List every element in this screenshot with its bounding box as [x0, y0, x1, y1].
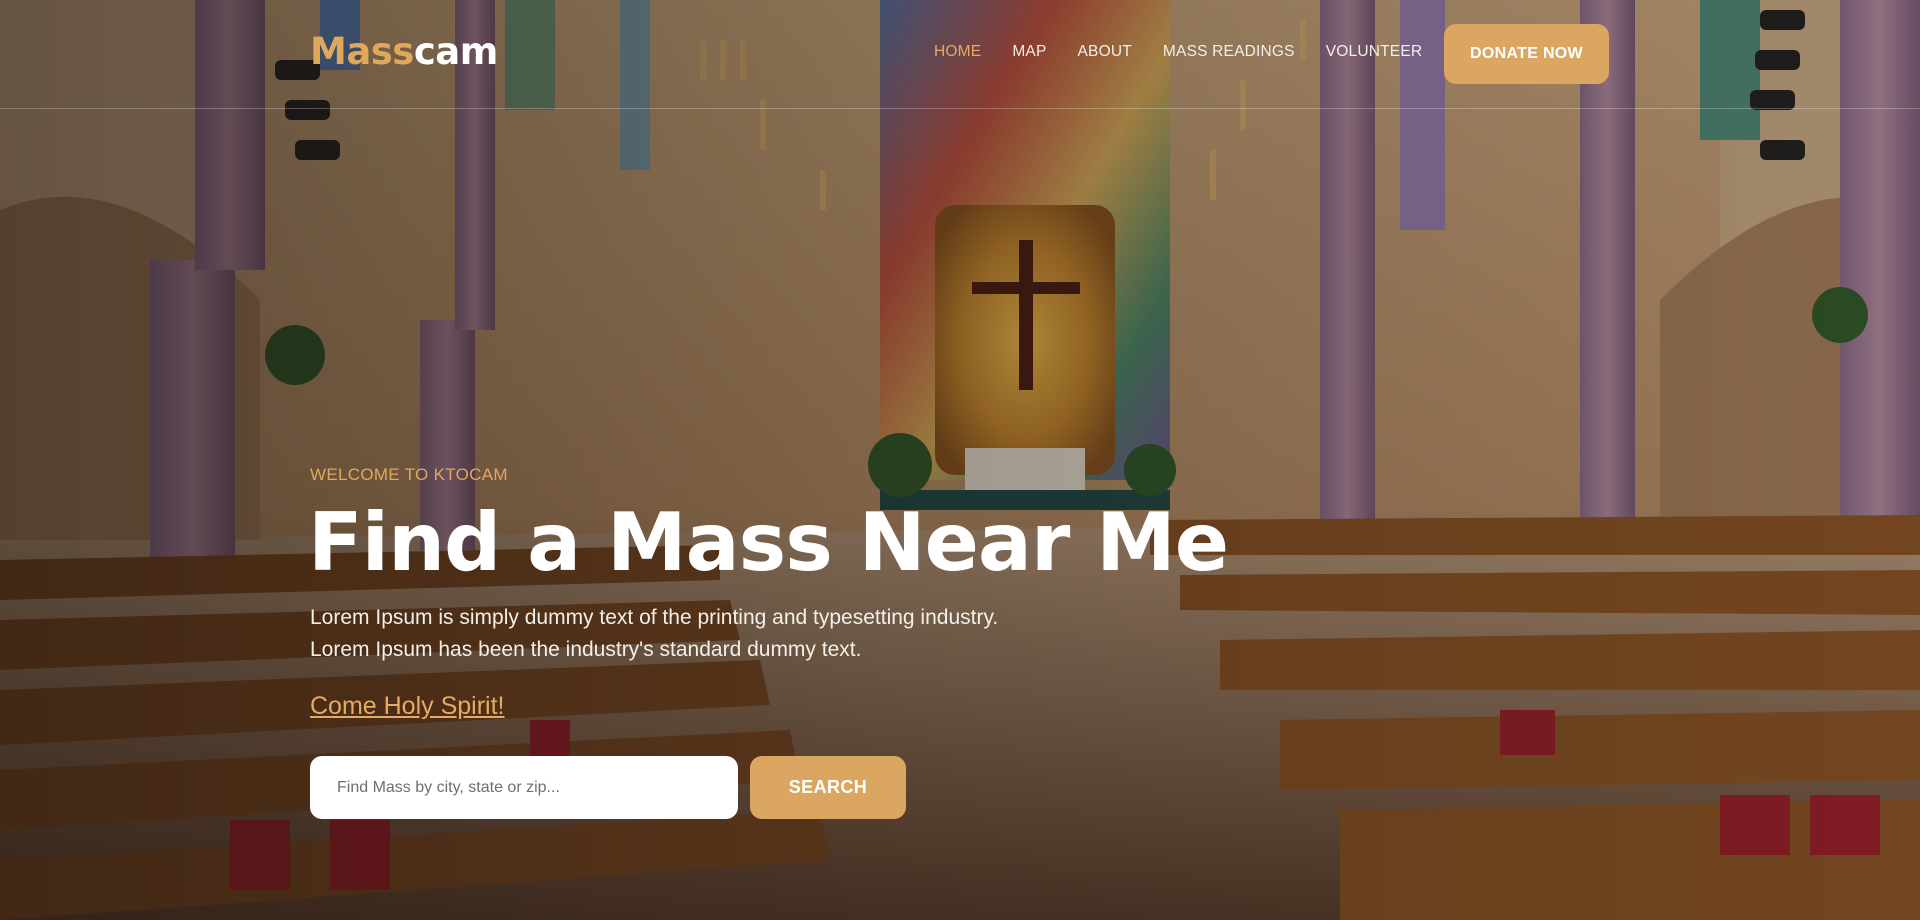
search-button[interactable]: SEARCH	[750, 756, 906, 819]
hero-section: Masscam HOME MAP ABOUT MASS READINGS VOL…	[0, 0, 1920, 920]
hero-title: Find a Mass Near Me	[308, 496, 1229, 589]
come-holy-spirit-link[interactable]: Come Holy Spirit!	[310, 692, 505, 721]
nav-item-mass-readings[interactable]: MASS READINGS	[1163, 43, 1295, 61]
site-logo[interactable]: Masscam	[310, 30, 498, 73]
hero-eyebrow: WELCOME TO KTOCAM	[310, 465, 508, 484]
nav-item-home[interactable]: HOME	[934, 43, 981, 61]
nav-item-volunteer[interactable]: VOLUNTEER	[1326, 43, 1423, 61]
logo-text-part2: cam	[413, 30, 498, 73]
hero-description: Lorem Ipsum is simply dummy text of the …	[310, 606, 999, 661]
donate-now-button[interactable]: DONATE NOW	[1444, 24, 1609, 84]
nav-item-about[interactable]: ABOUT	[1078, 43, 1132, 61]
site-header: Masscam HOME MAP ABOUT MASS READINGS VOL…	[0, 0, 1920, 109]
hero-dark-overlay	[0, 0, 1920, 920]
main-nav: HOME MAP ABOUT MASS READINGS VOLUNTEER	[934, 43, 1453, 61]
mass-search-input[interactable]	[310, 756, 738, 819]
nav-item-map[interactable]: MAP	[1012, 43, 1046, 61]
logo-text-part1: Mass	[310, 30, 414, 73]
